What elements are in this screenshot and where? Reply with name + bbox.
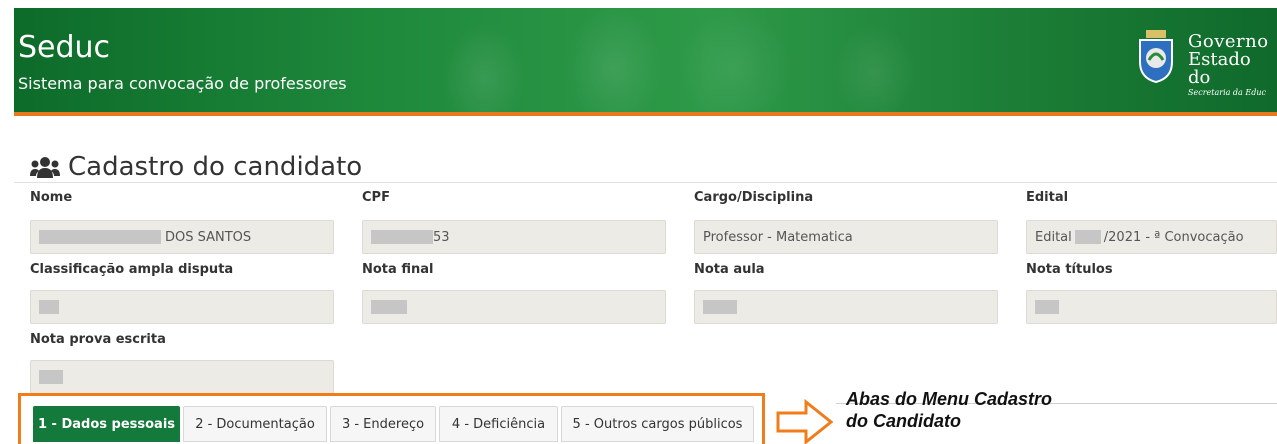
nota-final-label: Nota final — [362, 262, 434, 277]
annotation-line-2: do Candidato — [846, 411, 961, 431]
redacted-block — [371, 300, 407, 314]
redacted-block — [39, 370, 63, 384]
nota-prova-label: Nota prova escrita — [30, 332, 166, 347]
classificacao-field[interactable] — [30, 290, 334, 324]
nota-aula-field[interactable] — [694, 290, 998, 324]
edital-field[interactable]: Edital /2021 - ª Convocação — [1026, 220, 1277, 254]
redacted-block — [1035, 300, 1059, 314]
redacted-block — [703, 300, 737, 314]
users-icon — [30, 157, 60, 178]
edital-value-prefix: Edital — [1035, 229, 1072, 245]
annotation-text: Abas do Menu Cadastro do Candidato — [846, 388, 1136, 432]
edital-label: Edital — [1026, 190, 1069, 205]
nota-titulos-label: Nota títulos — [1026, 262, 1113, 277]
nome-field[interactable]: DOS SANTOS — [30, 220, 334, 254]
cargo-field[interactable]: Professor - Matematica — [694, 220, 998, 254]
redacted-block — [1074, 230, 1101, 244]
cargo-label: Cargo/Disciplina — [694, 190, 814, 205]
arrow-right-icon — [776, 399, 834, 444]
gov-line-3: Secretaria da Educ — [1188, 88, 1266, 97]
nome-label: Nome — [30, 190, 73, 205]
government-logo-text: Governo Estado do Secretaria da Educ — [1188, 33, 1277, 99]
app-header: Seduc Sistema para convocação de profess… — [14, 8, 1277, 116]
redacted-block — [39, 300, 59, 314]
cpf-label: CPF — [362, 190, 390, 205]
nome-value: DOS SANTOS — [165, 229, 252, 245]
page-title: Cadastro do candidato — [68, 152, 363, 182]
cpf-value: 53 — [433, 229, 450, 245]
redacted-block — [39, 230, 161, 244]
redacted-block — [371, 230, 433, 244]
nota-aula-label: Nota aula — [694, 262, 765, 277]
classificacao-label: Classificação ampla disputa — [30, 262, 234, 277]
government-crest-icon — [1139, 30, 1173, 84]
tabs-highlight-box — [18, 393, 765, 444]
cargo-value: Professor - Matematica — [703, 229, 853, 245]
annotation-line-1: Abas do Menu Cadastro — [846, 389, 1053, 409]
nota-titulos-field[interactable] — [1026, 290, 1277, 324]
app-title: Seduc — [18, 30, 111, 65]
page-heading: Cadastro do candidato — [30, 152, 362, 182]
gov-line-2: Estado do — [1188, 49, 1251, 88]
nota-final-field[interactable] — [362, 290, 666, 324]
nota-prova-field[interactable] — [30, 360, 334, 394]
cpf-field[interactable]: 53 — [362, 220, 666, 254]
divider — [14, 182, 1277, 183]
app-subtitle: Sistema para convocação de professores — [18, 74, 347, 93]
edital-value-suffix: /2021 - ª Convocação — [1103, 229, 1244, 245]
